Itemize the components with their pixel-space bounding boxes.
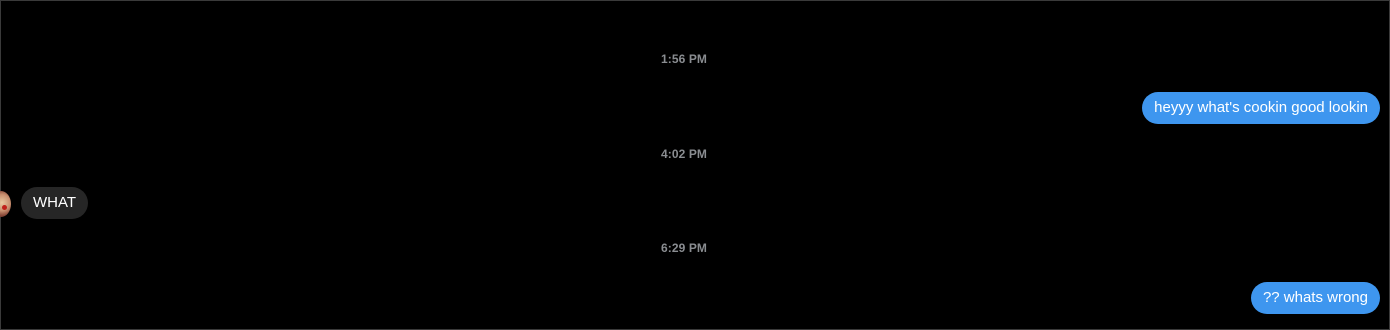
- timestamp-divider: 4:02 PM: [660, 147, 708, 161]
- avatar-detail: [2, 205, 7, 210]
- sent-message-bubble[interactable]: ?? whats wrong: [1250, 282, 1380, 314]
- timestamp-divider: 1:56 PM: [660, 52, 708, 66]
- received-message-bubble[interactable]: WHAT: [21, 187, 89, 219]
- chat-message-pane: 1:56 PM heyyy what's cookin good lookin …: [0, 0, 1390, 330]
- contact-avatar-icon[interactable]: [0, 191, 11, 217]
- timestamp-divider: 6:29 PM: [660, 241, 708, 255]
- sent-message-bubble[interactable]: heyyy what's cookin good lookin: [1142, 92, 1380, 124]
